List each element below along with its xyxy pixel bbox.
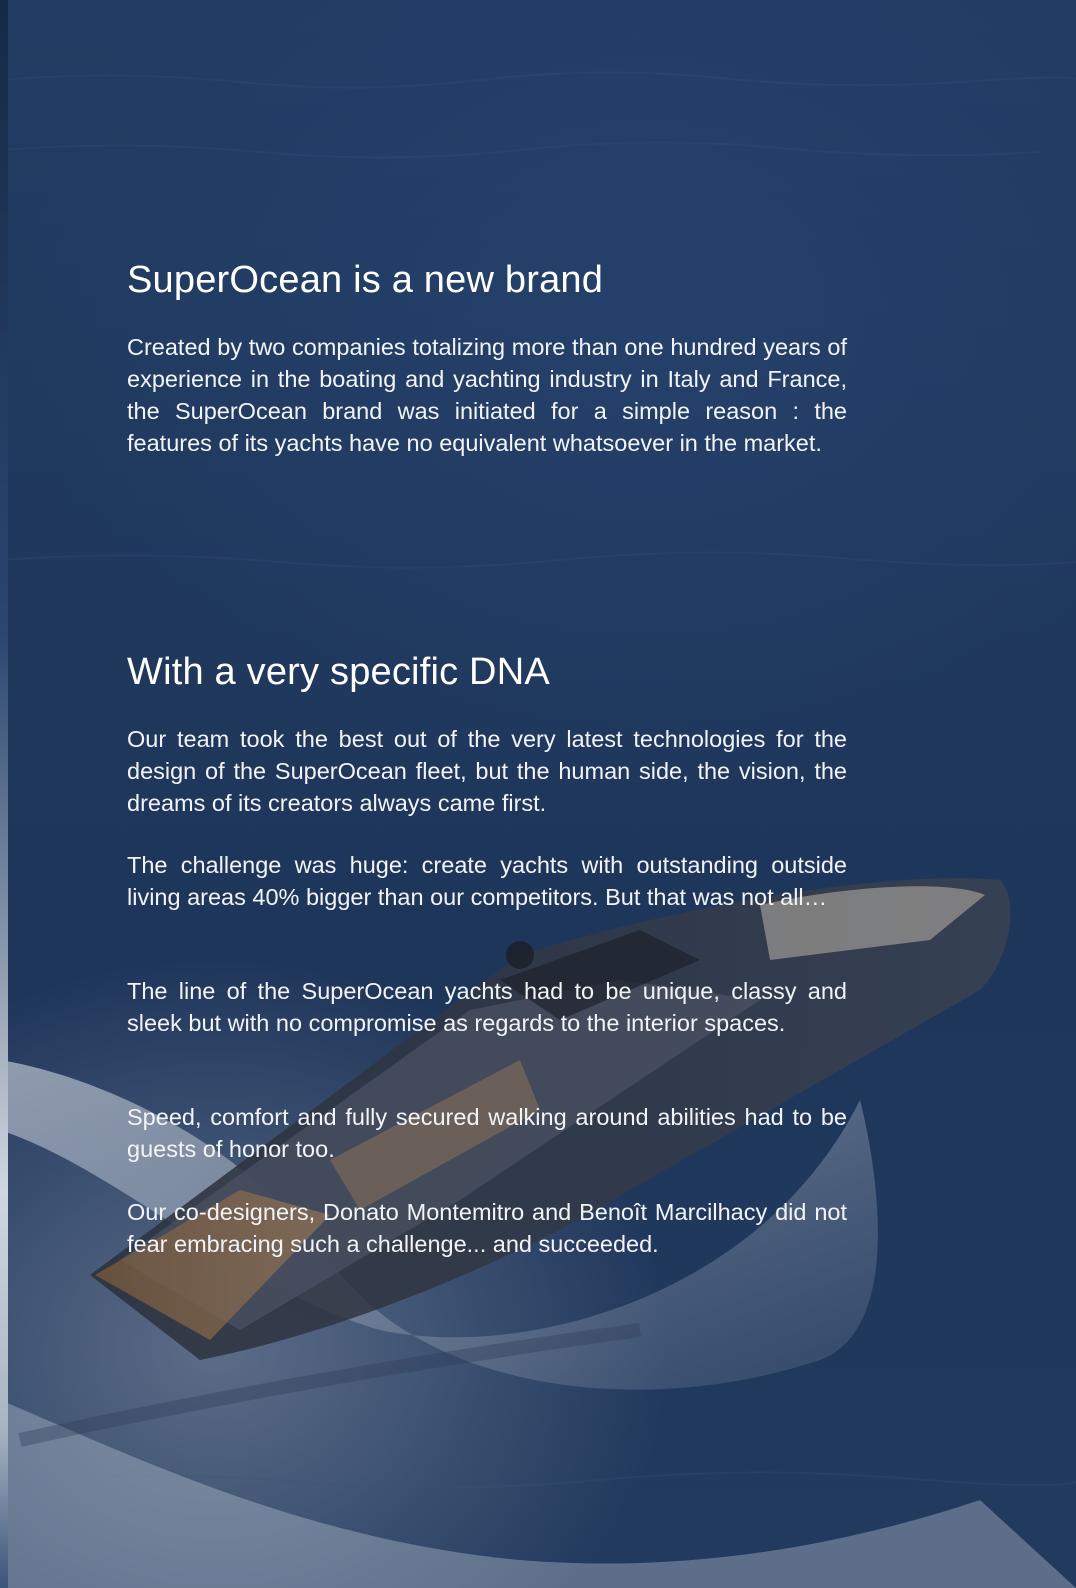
dna-paragraph-challenge: The challenge was huge: create yachts wi… (127, 852, 847, 910)
brochure-page: SuperOcean is a new brand Created by two… (0, 0, 1076, 1588)
brand-heading: SuperOcean is a new brand (127, 259, 604, 301)
dna-paragraph-speed: Speed, comfort and fully secured walking… (127, 1104, 847, 1162)
dna-paragraph-technology: Our team took the best out of the very l… (127, 726, 847, 816)
dna-paragraph-line: The line of the SuperOcean yachts had to… (127, 978, 847, 1036)
brand-paragraph: Created by two companies totalizing more… (127, 334, 847, 456)
dna-paragraph-designers: Our co-designers, Donato Montemitro and … (127, 1199, 847, 1257)
left-edge-strip (0, 0, 8, 1588)
dna-heading: With a very specific DNA (127, 651, 550, 693)
